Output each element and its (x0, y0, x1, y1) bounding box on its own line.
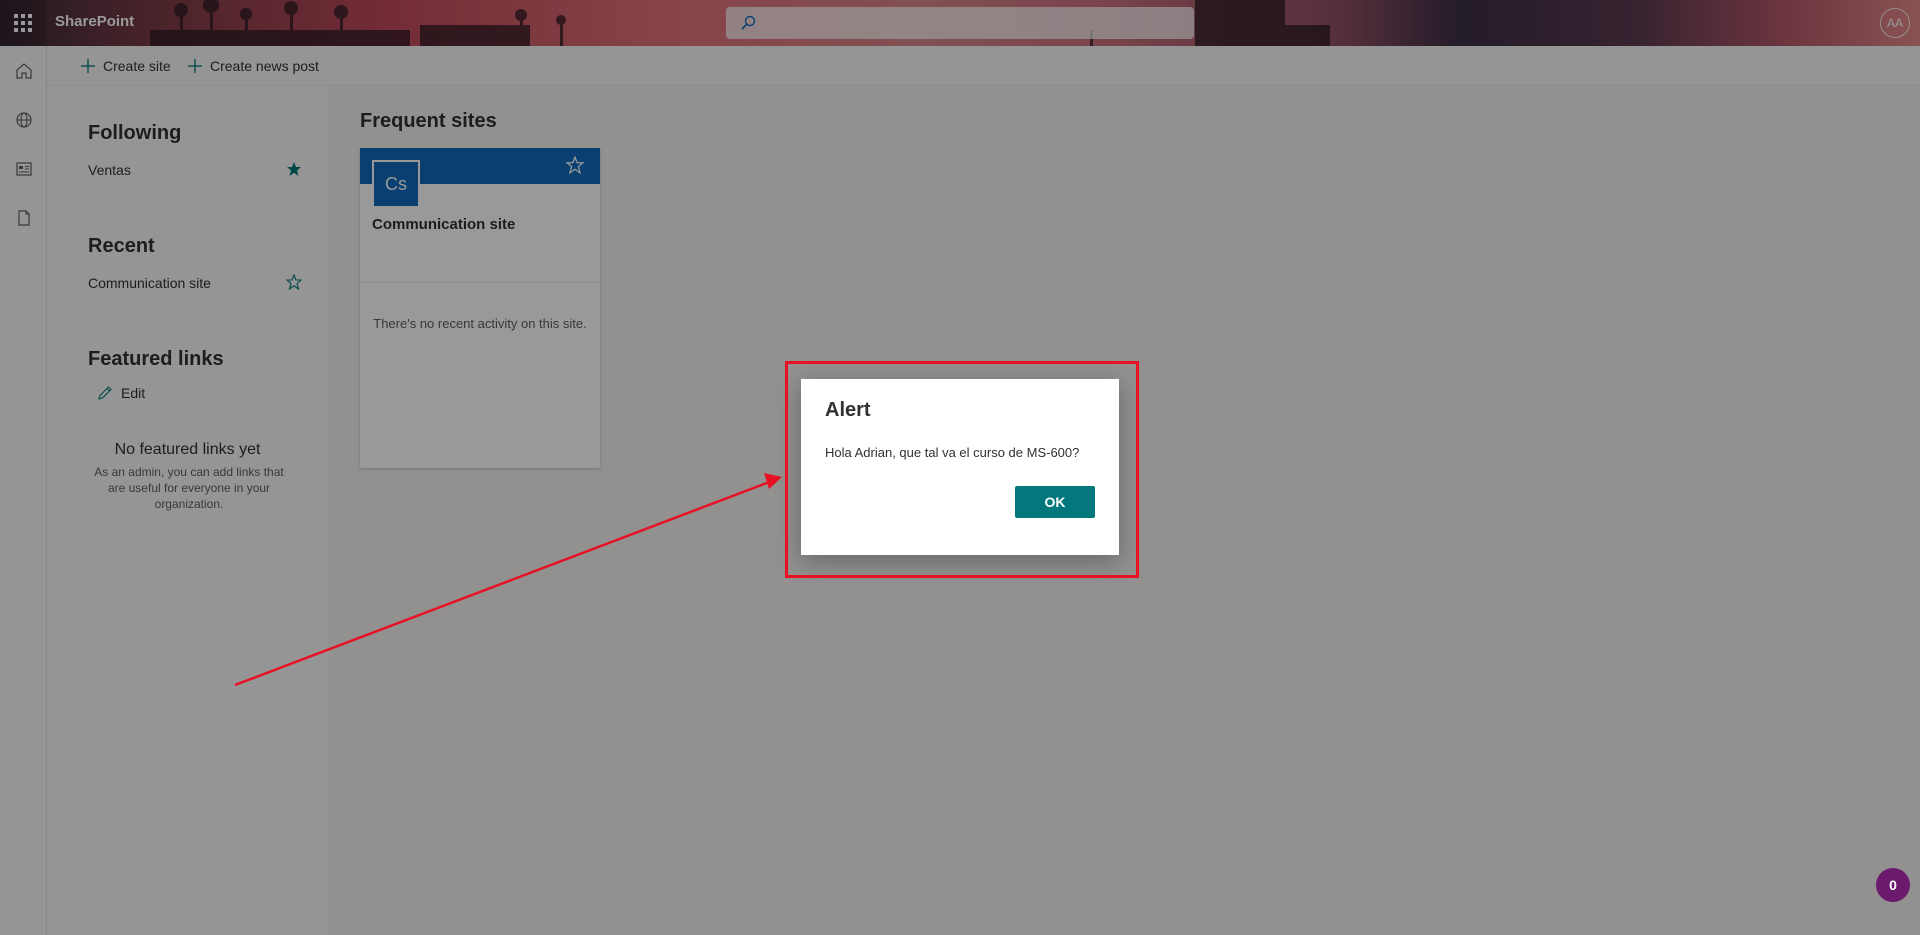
annotation-highlight-box (785, 361, 1139, 578)
notification-badge[interactable]: 0 (1876, 868, 1910, 902)
